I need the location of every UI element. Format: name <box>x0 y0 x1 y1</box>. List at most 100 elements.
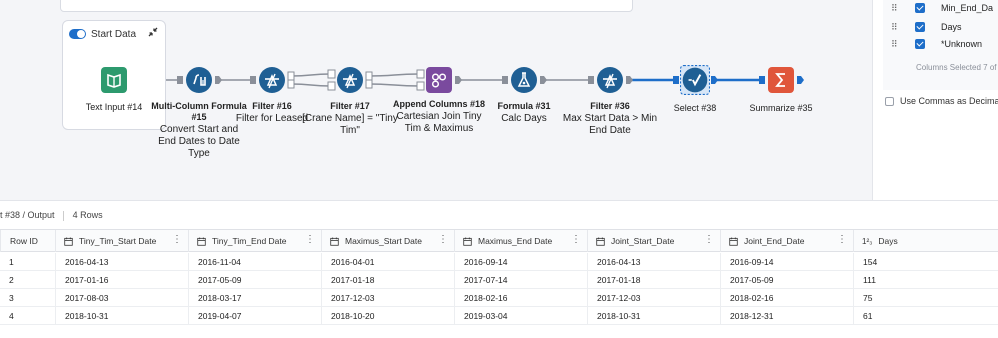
table-cell[interactable]: 2016-09-14 <box>454 253 587 271</box>
output-anchor <box>797 76 804 84</box>
multi-formula-icon[interactable] <box>185 66 213 94</box>
table-cell[interactable]: 2019-03-04 <box>454 307 587 325</box>
tool-annotation: Convert Start and End Dates to Date Type <box>158 124 240 159</box>
table-row[interactable]: 3 2017-08-03 2018-03-17 2017-12-03 2018-02-1… <box>0 289 998 307</box>
table-cell[interactable]: 2018-10-20 <box>321 307 454 325</box>
container-toggle[interactable] <box>69 29 86 39</box>
select-check-icon[interactable] <box>680 65 710 95</box>
sigma-icon[interactable] <box>767 66 795 94</box>
table-row[interactable]: 4 2018-10-31 2019-04-07 2018-10-20 2019-03-0… <box>0 307 998 325</box>
table-cell[interactable]: 111 <box>853 271 998 289</box>
table-cell[interactable]: 2018-02-16 <box>454 289 587 307</box>
column-header[interactable]: Row ID <box>0 230 55 252</box>
table-cell[interactable]: 1 <box>0 253 55 271</box>
calendar-icon <box>596 236 605 246</box>
column-header[interactable]: Tiny_Tim_End Date ⋮ <box>188 230 321 252</box>
drag-handle-icon[interactable]: ⠿ <box>891 22 899 31</box>
table-cell[interactable]: 2018-03-17 <box>188 289 321 307</box>
tool-name: Select #38 <box>673 103 717 113</box>
filter-icon[interactable] <box>258 66 286 94</box>
column-header[interactable]: Tiny_Tim_Start Date ⋮ <box>55 230 188 252</box>
column-menu-icon[interactable]: ⋮ <box>704 235 714 245</box>
table-cell[interactable]: 2018-02-16 <box>720 289 853 307</box>
table-cell[interactable]: 2 <box>0 271 55 289</box>
input-anchor <box>327 69 336 79</box>
output-anchor <box>540 76 547 84</box>
results-grid[interactable]: Row ID Tiny_Tim_Start Date ⋮ Tiny_Tim_End D… <box>0 229 998 338</box>
use-commas-option[interactable]: Use Commas as Decimal Se <box>885 96 998 106</box>
workflow-canvas[interactable]: Start Data Text Input #14 Multi-Column Fo… <box>0 0 872 200</box>
formula-flask-icon[interactable] <box>510 66 538 94</box>
column-menu-icon[interactable]: ⋮ <box>571 235 581 245</box>
table-cell[interactable]: 2017-01-18 <box>321 271 454 289</box>
table-cell[interactable]: 2017-12-03 <box>321 289 454 307</box>
column-menu-icon[interactable]: ⋮ <box>438 235 448 245</box>
table-cell[interactable]: 2017-12-03 <box>587 289 720 307</box>
field-row[interactable]: ⠿ Min_End_Da <box>883 0 998 16</box>
column-header[interactable]: Maximus_End Date ⋮ <box>454 230 587 252</box>
input-anchor <box>416 81 425 91</box>
input-anchor <box>502 76 508 84</box>
table-cell[interactable]: 2017-08-03 <box>55 289 188 307</box>
output-anchor <box>215 76 222 84</box>
use-commas-checkbox[interactable] <box>885 96 894 106</box>
results-path[interactable]: t #38 / Output <box>0 210 55 220</box>
table-cell[interactable]: 2018-10-31 <box>55 307 188 325</box>
filter-icon[interactable] <box>336 66 364 94</box>
tool-label: Filter #17 [Crane Name] = "Tiny Tim" <box>302 101 398 137</box>
column-header[interactable]: Joint_End_Date ⋮ <box>720 230 853 252</box>
column-menu-icon[interactable]: ⋮ <box>837 235 847 245</box>
table-cell[interactable]: 2016-09-14 <box>720 253 853 271</box>
table-cell[interactable]: 2018-12-31 <box>720 307 853 325</box>
column-header[interactable]: Joint_Start_Date ⋮ <box>587 230 720 252</box>
connection-wire <box>291 83 331 87</box>
collapse-icon[interactable] <box>147 26 159 38</box>
table-cell[interactable]: 2019-04-07 <box>188 307 321 325</box>
table-row[interactable]: 2 2017-01-16 2017-05-09 2017-01-18 2017-07-1… <box>0 271 998 289</box>
drag-handle-icon[interactable]: ⠿ <box>891 3 899 12</box>
table-cell[interactable]: 4 <box>0 307 55 325</box>
table-cell[interactable]: 2016-04-13 <box>587 253 720 271</box>
column-header-label: Joint_End_Date <box>744 236 805 246</box>
output-anchor <box>455 76 462 84</box>
tool-name: Filter #36 <box>590 101 630 111</box>
table-cell[interactable]: 61 <box>853 307 998 325</box>
table-cell[interactable]: 2016-11-04 <box>188 253 321 271</box>
column-header-label: Maximus_Start Date <box>345 236 422 246</box>
field-row[interactable]: ⠿ Days <box>883 19 998 35</box>
table-cell[interactable]: 2018-10-31 <box>587 307 720 325</box>
input-anchor <box>673 76 679 84</box>
filter-icon[interactable] <box>596 66 624 94</box>
column-header[interactable]: 1²₃ Days <box>853 230 998 252</box>
output-anchor <box>365 79 373 89</box>
book-icon[interactable] <box>100 66 128 94</box>
field-checkbox[interactable] <box>915 3 925 13</box>
table-cell[interactable]: 75 <box>853 289 998 307</box>
column-header-label: Maximus_End Date <box>478 236 553 246</box>
table-cell[interactable]: 3 <box>0 289 55 307</box>
column-header[interactable]: Maximus_Start Date ⋮ <box>321 230 454 252</box>
calendar-icon <box>197 236 206 246</box>
input-anchor <box>177 76 183 84</box>
drag-handle-icon[interactable]: ⠿ <box>891 39 899 48</box>
tool-label: Append Columns #18 Cartesian Join Tiny Ti… <box>391 99 487 135</box>
column-menu-icon[interactable]: ⋮ <box>172 235 182 245</box>
table-cell[interactable]: 2017-05-09 <box>188 271 321 289</box>
table-cell[interactable]: 2017-01-18 <box>587 271 720 289</box>
field-checkbox[interactable] <box>915 22 925 32</box>
table-cell[interactable]: 2017-07-14 <box>454 271 587 289</box>
table-cell[interactable]: 154 <box>853 253 998 271</box>
field-name: Min_End_Da <box>941 3 994 13</box>
append-icon[interactable] <box>425 66 453 94</box>
table-cell[interactable]: 2017-01-16 <box>55 271 188 289</box>
field-checkbox[interactable] <box>915 39 925 49</box>
field-row[interactable]: ⠿ *Unknown <box>883 36 998 52</box>
table-row[interactable]: 1 2016-04-13 2016-11-04 2016-04-01 2016-09-1… <box>0 253 998 271</box>
table-cell[interactable]: 2016-04-13 <box>55 253 188 271</box>
container-title: Start Data <box>91 28 137 40</box>
table-cell[interactable]: 2017-05-09 <box>720 271 853 289</box>
table-cell[interactable]: 2016-04-01 <box>321 253 454 271</box>
column-menu-icon[interactable]: ⋮ <box>305 235 315 245</box>
input-anchor <box>250 76 256 84</box>
tool-label: Summarize #35 <box>733 103 829 114</box>
